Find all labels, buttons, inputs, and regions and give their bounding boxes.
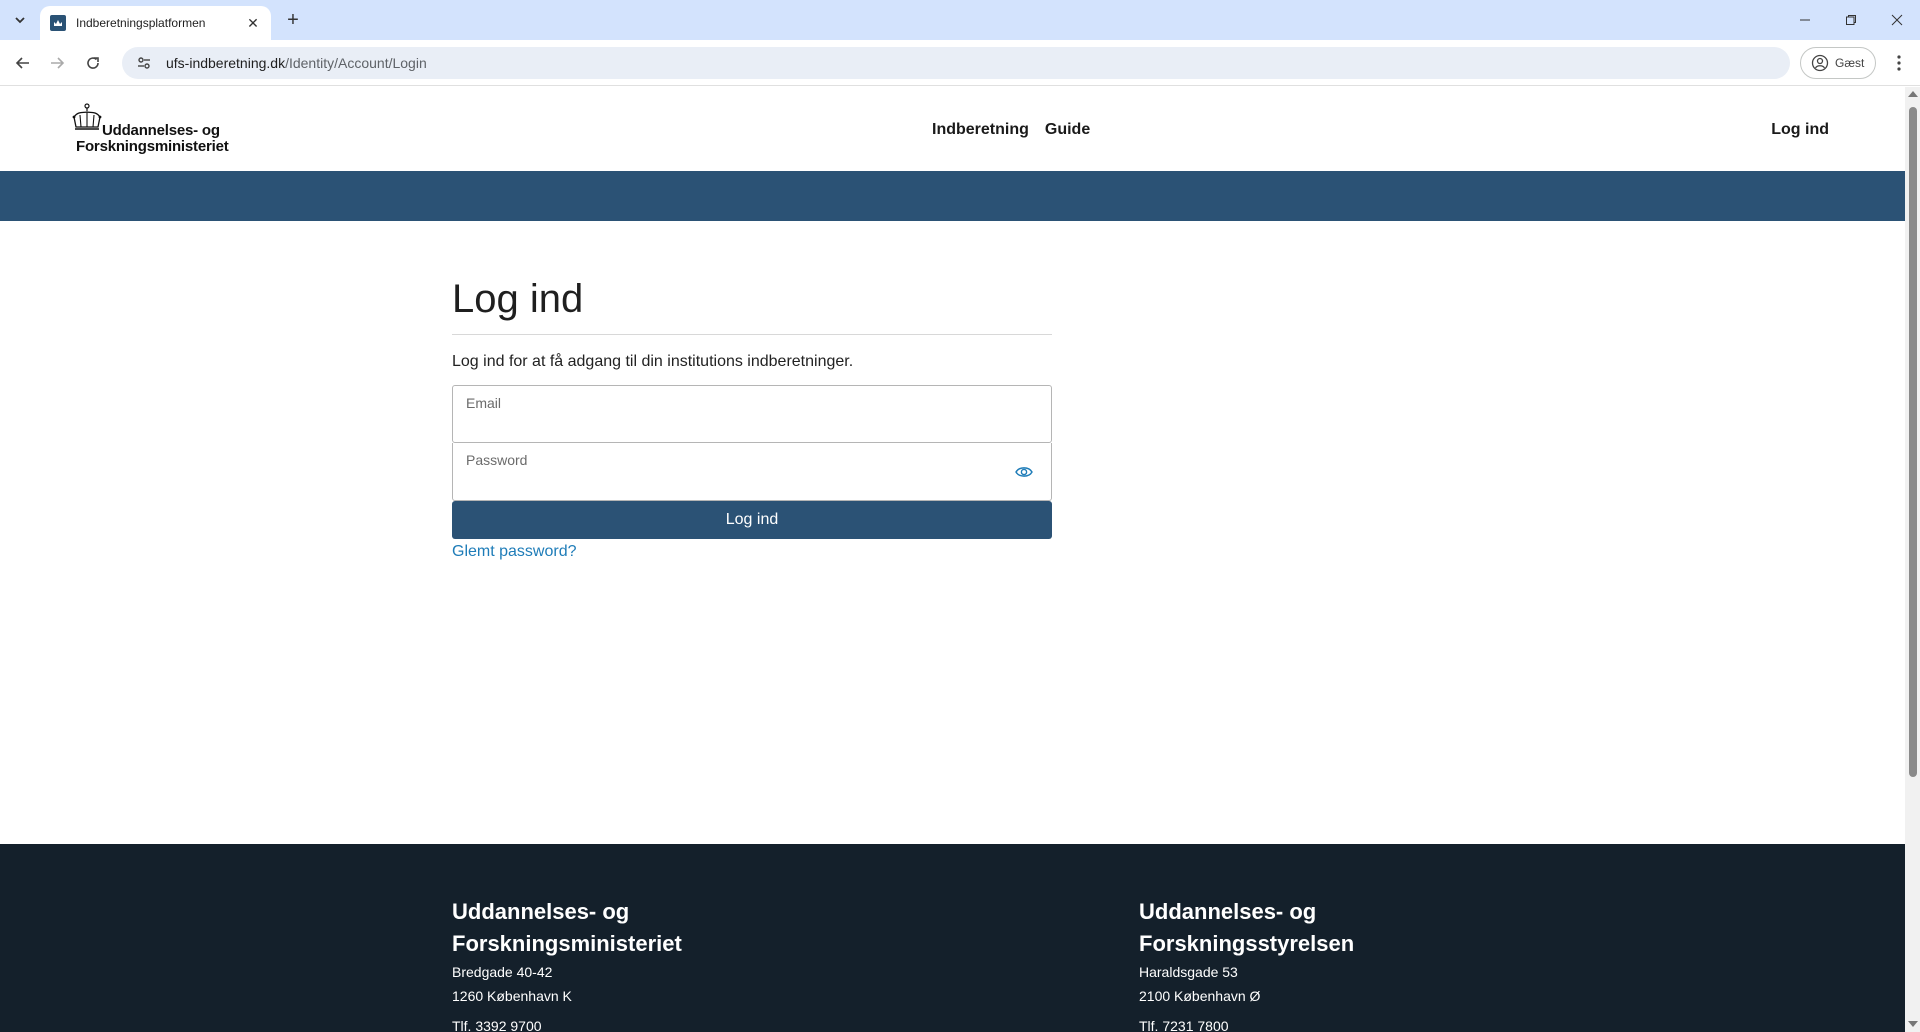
scroll-thumb[interactable] <box>1909 107 1917 777</box>
login-button[interactable]: Log ind <box>452 501 1052 539</box>
reload-icon[interactable] <box>80 50 106 76</box>
scroll-down-icon[interactable] <box>1908 1021 1918 1027</box>
forgot-password-link[interactable]: Glemt password? <box>452 543 577 561</box>
logo-text: Uddannelses- og Forskningsministeriet <box>76 123 229 155</box>
footer-agency: Uddannelses- og Forskningsstyrelsen Hara… <box>1139 896 1354 1032</box>
site-header: Uddannelses- og Forskningsministeriet In… <box>0 87 1905 171</box>
new-tab-button[interactable]: + <box>281 8 305 32</box>
nav-guide[interactable]: Guide <box>1045 121 1090 139</box>
profile-button[interactable]: Gæst <box>1800 47 1876 79</box>
address-bar[interactable]: ufs-indberetning.dk /Identity/Account/Lo… <box>122 47 1790 79</box>
ministry-logo[interactable]: Uddannelses- og Forskningsministeriet <box>70 103 229 155</box>
browser-toolbar: ufs-indberetning.dk /Identity/Account/Lo… <box>0 40 1920 86</box>
page-viewport: Uddannelses- og Forskningsministeriet In… <box>0 87 1905 1032</box>
logo-line-2: Forskningsministeriet <box>76 138 229 155</box>
tab-title: Indberetningsplatformen <box>76 16 206 30</box>
footer-agency-city: 2100 København Ø <box>1139 988 1261 1004</box>
url-path: /Identity/Account/Login <box>285 55 427 71</box>
logo-line-1: Uddannelses- og <box>102 122 220 139</box>
back-icon[interactable] <box>10 50 36 76</box>
password-input[interactable] <box>466 471 1026 493</box>
brand-band <box>0 171 1905 221</box>
footer-ministry-city: 1260 København K <box>452 988 572 1004</box>
chevron-down-icon <box>15 17 25 24</box>
main-nav: Indberetning Guide <box>932 121 1090 139</box>
browser-tab-bar: Indberetningsplatformen ✕ + <box>0 0 1920 40</box>
close-window-icon[interactable] <box>1874 0 1920 40</box>
email-field[interactable]: Email <box>452 385 1052 443</box>
footer-ministry: Uddannelses- og Forskningsministeriet Br… <box>452 896 682 1032</box>
login-form: Log ind Log ind for at få adgang til din… <box>452 277 1052 561</box>
profile-label: Gæst <box>1835 56 1865 70</box>
window-controls <box>1782 0 1920 40</box>
email-input[interactable] <box>466 414 1026 436</box>
restore-icon[interactable] <box>1828 0 1874 40</box>
site-info-icon[interactable] <box>134 53 154 73</box>
crown-favicon-icon <box>50 15 66 31</box>
footer-agency-street: Haraldsgade 53 <box>1139 964 1238 980</box>
footer-ministry-street: Bredgade 40-42 <box>452 964 553 980</box>
footer-ministry-name-1: Uddannelses- og <box>452 899 630 924</box>
show-password-icon[interactable] <box>1015 465 1033 479</box>
forward-icon[interactable] <box>44 50 70 76</box>
footer-agency-name-2: Forskningsstyrelsen <box>1139 931 1355 956</box>
minimize-icon[interactable] <box>1782 0 1828 40</box>
scroll-up-icon[interactable] <box>1908 91 1918 97</box>
header-login-link[interactable]: Log ind <box>1771 121 1829 139</box>
site-footer: Uddannelses- og Forskningsministeriet Br… <box>0 844 1905 1032</box>
page-scrollbar[interactable] <box>1905 87 1920 1032</box>
footer-ministry-phone[interactable]: Tlf. 3392 9700 <box>452 1014 682 1032</box>
login-intro: Log ind for at få adgang til din institu… <box>452 353 854 370</box>
tab-list-button[interactable] <box>8 8 32 32</box>
email-label: Email <box>466 395 502 411</box>
url-host: ufs-indberetning.dk <box>166 55 286 71</box>
footer-agency-phone[interactable]: Tlf. 7231 7800 <box>1139 1014 1354 1032</box>
browser-tab[interactable]: Indberetningsplatformen ✕ <box>40 6 271 40</box>
nav-indberetning[interactable]: Indberetning <box>932 121 1029 139</box>
browser-menu-icon[interactable] <box>1886 50 1912 76</box>
profile-icon <box>1811 54 1829 72</box>
tab-close-icon[interactable]: ✕ <box>245 15 261 31</box>
footer-ministry-name-2: Forskningsministeriet <box>452 931 682 956</box>
password-label: Password <box>466 452 528 468</box>
page-title: Log ind <box>452 277 1052 335</box>
password-field[interactable]: Password <box>452 443 1052 501</box>
footer-agency-name-1: Uddannelses- og <box>1139 899 1317 924</box>
